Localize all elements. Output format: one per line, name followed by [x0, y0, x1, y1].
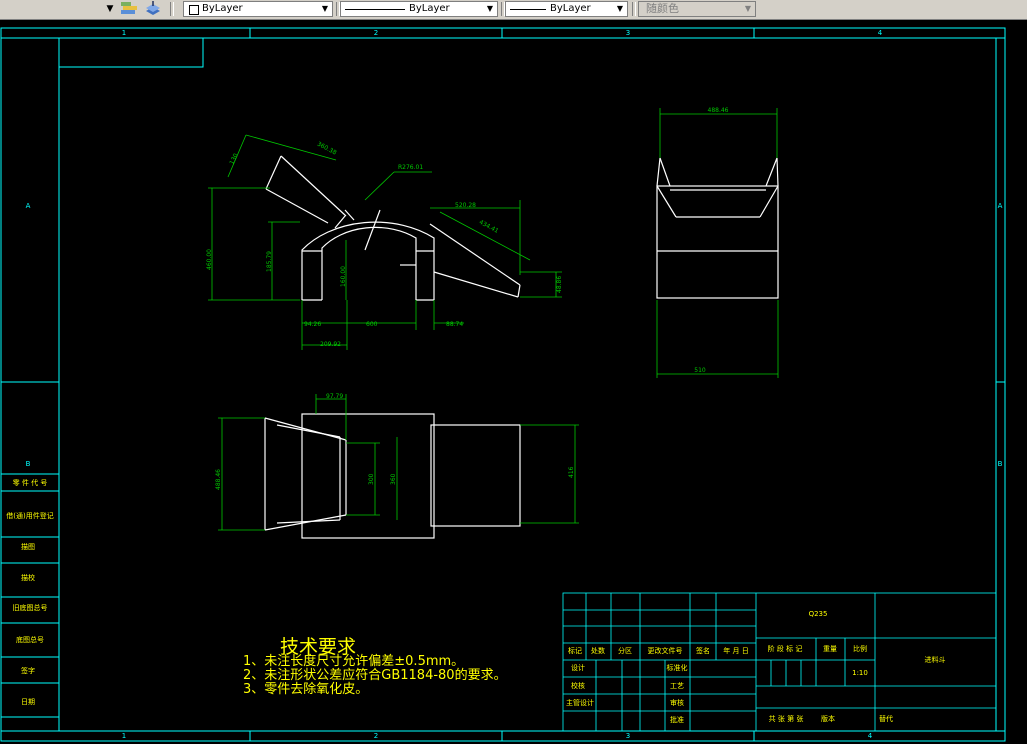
title-block-label: 主管设计 [566, 698, 594, 707]
dimension-text: 160.00 [340, 266, 347, 287]
strip-label: 日期 [21, 698, 35, 706]
lineweight-control[interactable]: ByLayer ▼ [505, 1, 628, 17]
zone-row-label: B [26, 460, 31, 468]
lineweight-sample [510, 9, 546, 10]
strip-label: 零 件 代 号 [13, 478, 48, 487]
color-label: ByLayer [202, 3, 243, 14]
dimension-text: 88.74 [446, 321, 463, 328]
tech-requirement-item: 1、未注长度尺寸允许偏差±0.5mm。 [243, 654, 465, 669]
strip-label: 描图 [21, 542, 35, 551]
lineweight-label: ByLayer [550, 3, 591, 14]
dimension-text: 460.00 [206, 249, 213, 270]
dimension-text: 300 [368, 473, 375, 485]
dimension-text: 97.79 [326, 393, 343, 400]
title-block-label: 年 月 日 [723, 646, 748, 655]
layer-tool-icon[interactable] [120, 1, 138, 17]
strip-label: 描校 [21, 573, 35, 582]
zone-col-label: 4 [878, 29, 883, 37]
dimension-text: 94.26 [304, 321, 321, 328]
tech-requirement-item: 2、未注形状公差应符合GB1184-80的要求。 [243, 668, 507, 683]
zone-col-label: 4 [868, 732, 873, 740]
front-view-dimensions [208, 134, 562, 350]
dimension-text: 434.41 [478, 219, 500, 235]
linetype-control[interactable]: ByLayer ▼ [340, 1, 498, 17]
zone-row-label: A [998, 202, 1003, 210]
drawing-canvas[interactable]: 1 2 3 4 1 2 3 4 A A B B 零 件 代 号 借(通)用件登记… [0, 20, 1027, 744]
dimension-text: 209.92 [320, 341, 341, 348]
strip-label: 旧底图总号 [13, 603, 48, 612]
zone-col-label: 2 [374, 732, 378, 740]
zone-labels: 1 2 3 4 1 2 3 4 A A B B [26, 29, 1003, 740]
linetype-sample [345, 9, 405, 10]
strip-label: 借(通)用件登记 [6, 511, 53, 520]
linetype-label: ByLayer [409, 3, 450, 14]
part-name: 进料斗 [925, 655, 946, 664]
strip-label: 签字 [21, 666, 35, 675]
title-block-label: 分区 [618, 646, 632, 655]
color-control[interactable]: ByLayer ▼ [183, 1, 333, 17]
color-swatch [189, 5, 199, 15]
title-block-label: 批准 [670, 715, 684, 724]
title-block-label: 审核 [670, 698, 684, 707]
plot-style-control[interactable]: 随颜色 ▼ [638, 1, 756, 17]
title-block-label: 标记 [568, 646, 582, 655]
chevron-down-icon[interactable]: ▼ [484, 3, 496, 15]
zone-col-label: 3 [626, 29, 630, 37]
title-block-label: 版本 [821, 714, 835, 723]
dimension-text: 488.46 [215, 469, 222, 490]
dimension-text: 510 [694, 367, 706, 374]
toolbar-dropdown-arrow[interactable]: ▼ [104, 1, 116, 17]
title-block-label: 校核 [571, 681, 585, 690]
dimension-text: 360.38 [316, 141, 338, 157]
zone-col-label: 3 [626, 732, 630, 740]
dimension-text: 185.79 [266, 251, 273, 272]
dimension-text: 600 [366, 321, 378, 328]
title-block-label: 处数 [591, 646, 605, 655]
title-block-label: 比例 [853, 644, 867, 653]
side-view-dimensions [656, 108, 779, 378]
sheet-text: 共 张 第 张 [769, 714, 804, 723]
strip-label: 底图总号 [16, 635, 44, 644]
chevron-down-icon[interactable]: ▼ [614, 3, 626, 15]
layer-stack-icon[interactable] [144, 1, 162, 17]
dimension-text: R276.01 [398, 164, 423, 171]
zone-row-label: B [998, 460, 1003, 468]
title-block-label: 重量 [823, 645, 837, 653]
front-view [265, 155, 521, 301]
front-view-dim-text: 130 360.38 R276.01 520.28 434.41 460.00 … [206, 141, 563, 348]
title-block-label: 签名 [696, 646, 710, 655]
chevron-down-icon[interactable]: ▼ [319, 3, 331, 15]
dimension-text: 488.46 [708, 107, 729, 114]
title-block-label: 阶 段 标 记 [768, 644, 803, 653]
zone-col-label: 1 [122, 29, 126, 37]
plot-style-label: 随颜色 [646, 2, 679, 15]
zone-col-label: 2 [374, 29, 378, 37]
material-text: Q235 [809, 610, 828, 618]
dimension-text: 520.28 [455, 202, 476, 209]
drawing-frame [0, 27, 1006, 742]
dimension-text: 360 [390, 473, 397, 485]
side-view [656, 157, 779, 299]
dimension-text: 48.86 [556, 276, 563, 293]
chevron-down-icon: ▼ [744, 4, 752, 13]
scale-value: 1:10 [852, 669, 868, 677]
zone-col-label: 1 [122, 732, 126, 740]
tech-requirement-item: 3、零件去除氧化皮。 [243, 682, 369, 697]
zone-row-label: A [26, 202, 31, 210]
title-block-label: 设计 [571, 663, 585, 672]
dimension-text: 416 [568, 466, 575, 478]
title-block-label: 标准化 [667, 663, 688, 672]
title-block-label: 工艺 [670, 682, 684, 690]
properties-toolbar: ▼ ByLayer ▼ ByLayer ▼ ByLayer ▼ 随颜色 ▼ [0, 0, 1027, 20]
title-block-label: 更改文件号 [648, 646, 683, 655]
title-block-label: 替代 [879, 714, 893, 723]
